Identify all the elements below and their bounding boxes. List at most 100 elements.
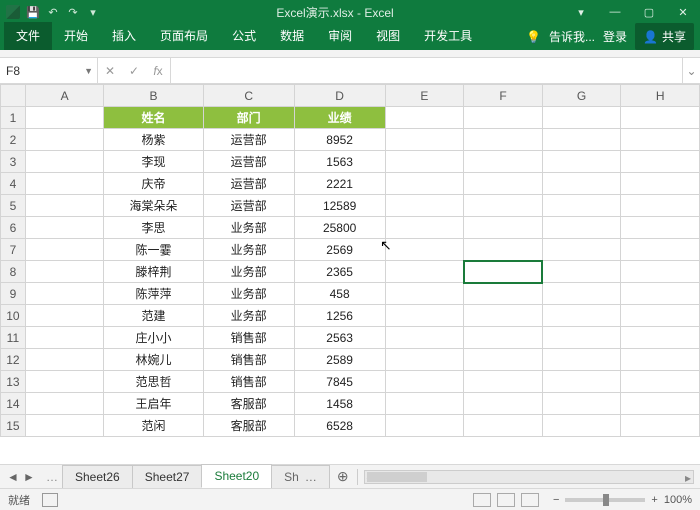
row-header[interactable]: 6 bbox=[1, 217, 26, 239]
col-header[interactable]: A bbox=[25, 85, 104, 107]
cell[interactable] bbox=[621, 393, 700, 415]
cell[interactable] bbox=[542, 195, 621, 217]
cell[interactable] bbox=[542, 107, 621, 129]
save-icon[interactable]: 💾 bbox=[26, 5, 40, 19]
new-sheet-icon[interactable]: ⊕ bbox=[329, 468, 357, 485]
cell[interactable] bbox=[542, 415, 621, 437]
cell[interactable] bbox=[385, 261, 464, 283]
sheet-tab-active[interactable]: Sheet20 bbox=[201, 464, 272, 488]
cell[interactable] bbox=[621, 349, 700, 371]
tab-dev[interactable]: 开发工具 bbox=[412, 22, 484, 50]
cell[interactable] bbox=[385, 327, 464, 349]
row-header[interactable]: 8 bbox=[1, 261, 26, 283]
cell[interactable]: 范建 bbox=[104, 305, 203, 327]
row-header[interactable]: 4 bbox=[1, 173, 26, 195]
row-header[interactable]: 10 bbox=[1, 305, 26, 327]
cell[interactable] bbox=[464, 393, 543, 415]
cell[interactable]: 7845 bbox=[294, 371, 385, 393]
cell[interactable] bbox=[464, 107, 543, 129]
tab-layout[interactable]: 页面布局 bbox=[148, 22, 220, 50]
cell[interactable] bbox=[621, 151, 700, 173]
col-header[interactable]: F bbox=[464, 85, 543, 107]
close-icon[interactable]: ✕ bbox=[666, 0, 700, 24]
cell[interactable] bbox=[542, 151, 621, 173]
cell[interactable] bbox=[542, 327, 621, 349]
cell[interactable] bbox=[542, 305, 621, 327]
cell[interactable]: 范思哲 bbox=[104, 371, 203, 393]
cell[interactable] bbox=[25, 305, 104, 327]
cell[interactable] bbox=[385, 151, 464, 173]
col-header[interactable]: H bbox=[621, 85, 700, 107]
chevron-down-icon[interactable]: ▼ bbox=[84, 66, 93, 76]
cell[interactable] bbox=[621, 239, 700, 261]
row-header[interactable]: 3 bbox=[1, 151, 26, 173]
row-header[interactable]: 9 bbox=[1, 283, 26, 305]
cell[interactable] bbox=[25, 261, 104, 283]
cell[interactable]: 业务部 bbox=[203, 305, 294, 327]
cell[interactable] bbox=[542, 393, 621, 415]
cell[interactable]: 李现 bbox=[104, 151, 203, 173]
cell[interactable]: 客服部 bbox=[203, 415, 294, 437]
cell[interactable] bbox=[25, 151, 104, 173]
cell[interactable] bbox=[464, 173, 543, 195]
cell[interactable]: 销售部 bbox=[203, 371, 294, 393]
col-header[interactable]: E bbox=[385, 85, 464, 107]
cell[interactable]: 运营部 bbox=[203, 195, 294, 217]
cell[interactable]: 2221 bbox=[294, 173, 385, 195]
cell[interactable]: 滕梓荆 bbox=[104, 261, 203, 283]
cell[interactable] bbox=[25, 173, 104, 195]
fx-icon[interactable]: fx bbox=[146, 64, 170, 78]
cell[interactable]: 林婉儿 bbox=[104, 349, 203, 371]
cell[interactable] bbox=[25, 415, 104, 437]
cell[interactable] bbox=[542, 261, 621, 283]
cell[interactable] bbox=[621, 107, 700, 129]
cell[interactable] bbox=[25, 349, 104, 371]
cell[interactable]: 6528 bbox=[294, 415, 385, 437]
cell[interactable] bbox=[464, 327, 543, 349]
cell[interactable]: 销售部 bbox=[203, 327, 294, 349]
cell[interactable] bbox=[542, 239, 621, 261]
col-header[interactable]: B bbox=[104, 85, 203, 107]
cell[interactable] bbox=[621, 129, 700, 151]
cell[interactable] bbox=[464, 129, 543, 151]
horizontal-scrollbar[interactable]: ◂ ▸ bbox=[364, 470, 694, 484]
cell[interactable] bbox=[621, 327, 700, 349]
cell[interactable]: 25800 bbox=[294, 217, 385, 239]
row-header[interactable]: 15 bbox=[1, 415, 26, 437]
cell[interactable]: 业务部 bbox=[203, 283, 294, 305]
cell[interactable] bbox=[542, 283, 621, 305]
cell[interactable] bbox=[25, 107, 104, 129]
cell[interactable]: 2563 bbox=[294, 327, 385, 349]
cell[interactable]: 458 bbox=[294, 283, 385, 305]
cell[interactable]: 2569 bbox=[294, 239, 385, 261]
cell[interactable] bbox=[542, 371, 621, 393]
cell[interactable]: 庆帝 bbox=[104, 173, 203, 195]
cell[interactable]: 12589 bbox=[294, 195, 385, 217]
undo-icon[interactable]: ↶ bbox=[46, 5, 60, 19]
cell[interactable]: 陈一霎 bbox=[104, 239, 203, 261]
cell[interactable]: 1256 bbox=[294, 305, 385, 327]
cell[interactable]: 杨紫 bbox=[104, 129, 203, 151]
cell[interactable]: 陈萍萍 bbox=[104, 283, 203, 305]
cell[interactable]: 范闲 bbox=[104, 415, 203, 437]
cell[interactable]: 2365 bbox=[294, 261, 385, 283]
cell[interactable] bbox=[464, 151, 543, 173]
cell[interactable] bbox=[464, 415, 543, 437]
cell[interactable] bbox=[25, 239, 104, 261]
qat-dropdown-icon[interactable]: ▾ bbox=[86, 5, 100, 19]
minimize-icon[interactable]: — bbox=[598, 0, 632, 24]
cell[interactable]: 1458 bbox=[294, 393, 385, 415]
redo-icon[interactable]: ↷ bbox=[66, 5, 80, 19]
cell[interactable] bbox=[25, 129, 104, 151]
sheet-tab[interactable]: Sh… bbox=[271, 465, 330, 488]
tab-prev-icon[interactable]: ◄ bbox=[6, 470, 20, 484]
row-header[interactable]: 13 bbox=[1, 371, 26, 393]
cell[interactable] bbox=[621, 371, 700, 393]
tab-file[interactable]: 文件 bbox=[4, 22, 52, 50]
cell[interactable] bbox=[25, 283, 104, 305]
cell[interactable] bbox=[542, 173, 621, 195]
cell[interactable] bbox=[385, 305, 464, 327]
cell[interactable] bbox=[385, 239, 464, 261]
select-all-corner[interactable] bbox=[1, 85, 26, 107]
tell-me[interactable]: 告诉我... bbox=[549, 28, 595, 45]
